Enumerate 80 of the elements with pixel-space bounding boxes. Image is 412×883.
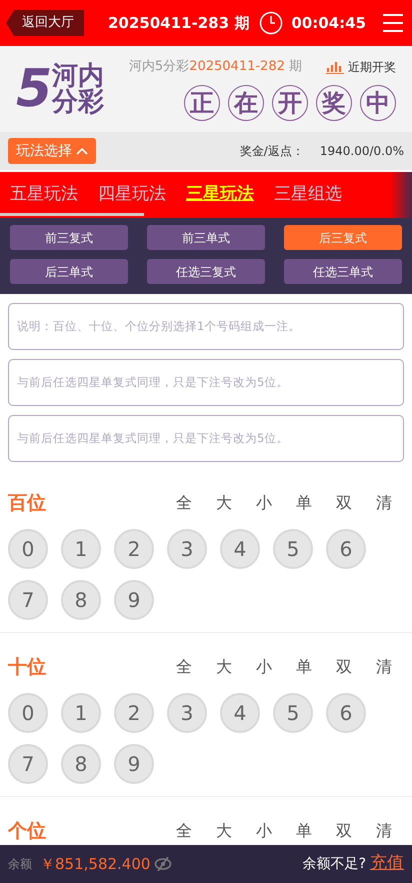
drawing-status-char: 奖 xyxy=(316,84,352,121)
logo-text: 分彩 xyxy=(52,89,104,115)
note-box: 与前后任选四星单复式同理，只是下注号改为5位。 xyxy=(8,359,404,406)
play-tab[interactable]: 五星玩法 xyxy=(0,172,88,218)
drawing-status-char: 中 xyxy=(360,84,396,121)
subtype-button[interactable]: 任选三复式 xyxy=(147,259,265,284)
filter-option[interactable]: 单 xyxy=(284,655,324,679)
recharge-link[interactable]: 充值 xyxy=(370,851,404,877)
number-ball[interactable]: 4 xyxy=(220,693,260,733)
filter-option[interactable]: 小 xyxy=(244,491,284,515)
filter-option[interactable]: 全 xyxy=(164,819,204,843)
filter-option[interactable]: 大 xyxy=(204,819,244,843)
recent-draws-link[interactable]: 近期开奖 xyxy=(348,58,396,76)
filter-option[interactable]: 清 xyxy=(364,819,404,843)
subtype-button[interactable]: 前三复式 xyxy=(10,225,128,250)
filter-option[interactable]: 双 xyxy=(324,655,364,679)
number-ball[interactable]: 2 xyxy=(114,529,154,569)
number-ball[interactable]: 5 xyxy=(273,693,313,733)
hidden-eye-icon[interactable] xyxy=(154,857,172,871)
filter-option[interactable]: 清 xyxy=(364,655,404,679)
tab-scroll-fade xyxy=(390,172,412,218)
position-title: 百位 xyxy=(8,490,46,516)
back-button[interactable]: 返回大厅 xyxy=(6,10,84,36)
logo-digit: 5 xyxy=(16,63,52,115)
play-select-button[interactable]: 玩法选择 xyxy=(8,138,96,164)
play-tab[interactable]: 四星玩法 xyxy=(88,172,176,218)
number-ball[interactable]: 0 xyxy=(8,529,48,569)
position-title: 个位 xyxy=(8,818,46,844)
number-ball[interactable]: 5 xyxy=(273,529,313,569)
filter-option[interactable]: 全 xyxy=(164,655,204,679)
note-box: 说明：百位、十位、个位分别选择1个号码组成一注。 xyxy=(8,303,404,350)
balance-amount: ￥851,582.400 xyxy=(40,854,150,875)
play-tab[interactable]: 三星玩法 xyxy=(176,172,264,218)
number-ball[interactable]: 7 xyxy=(8,580,48,620)
filter-option[interactable]: 双 xyxy=(324,819,364,843)
bar-chart-icon xyxy=(326,60,344,74)
number-ball[interactable]: 0 xyxy=(8,693,48,733)
filter-option[interactable]: 双 xyxy=(324,491,364,515)
subtype-button[interactable]: 任选三单式 xyxy=(284,259,402,284)
number-ball[interactable]: 2 xyxy=(114,693,154,733)
number-ball[interactable]: 1 xyxy=(61,529,101,569)
subtype-button[interactable]: 后三复式 xyxy=(284,225,402,250)
insufficient-hint: 余额不足? xyxy=(302,854,366,874)
number-ball[interactable]: 6 xyxy=(326,529,366,569)
prize-label: 奖金/返点： xyxy=(240,143,304,160)
filter-option[interactable]: 单 xyxy=(284,491,324,515)
countdown: 00:04:45 xyxy=(291,12,366,34)
drawing-status-char: 正 xyxy=(184,84,220,121)
number-ball[interactable]: 1 xyxy=(61,693,101,733)
number-ball[interactable]: 3 xyxy=(167,529,207,569)
balance-label: 余额 xyxy=(8,856,32,873)
subtype-button[interactable]: 后三单式 xyxy=(10,259,128,284)
logo-text: 河内 xyxy=(52,63,104,89)
issue-number: 20250411-283 期 xyxy=(108,12,250,34)
number-ball[interactable]: 4 xyxy=(220,529,260,569)
position-title: 十位 xyxy=(8,654,46,680)
number-ball[interactable]: 3 xyxy=(167,693,207,733)
play-tab[interactable]: 三星组选 xyxy=(264,172,352,218)
drawing-status-char: 开 xyxy=(272,84,308,121)
filter-option[interactable]: 大 xyxy=(204,655,244,679)
number-ball[interactable]: 6 xyxy=(326,693,366,733)
note-box: 与前后任选四星单复式同理，只是下注号改为5位。 xyxy=(8,415,404,462)
filter-option[interactable]: 小 xyxy=(244,655,284,679)
drawing-status-char: 在 xyxy=(228,84,264,121)
menu-icon[interactable] xyxy=(382,13,404,33)
last-draw-issue: 河内5分彩20250411-282 期 xyxy=(128,58,302,76)
filter-option[interactable]: 单 xyxy=(284,819,324,843)
clock-icon xyxy=(259,11,284,35)
filter-option[interactable]: 大 xyxy=(204,491,244,515)
subtype-button[interactable]: 前三单式 xyxy=(147,225,265,250)
number-ball[interactable]: 7 xyxy=(8,744,48,784)
prize-value: 1940.00/0.0% xyxy=(320,143,404,160)
filter-option[interactable]: 全 xyxy=(164,491,204,515)
caret-icon xyxy=(76,147,88,155)
number-ball[interactable]: 9 xyxy=(114,744,154,784)
filter-option[interactable]: 小 xyxy=(244,819,284,843)
number-ball[interactable]: 9 xyxy=(114,580,154,620)
number-ball[interactable]: 8 xyxy=(61,744,101,784)
filter-option[interactable]: 清 xyxy=(364,491,404,515)
number-ball[interactable]: 8 xyxy=(61,580,101,620)
